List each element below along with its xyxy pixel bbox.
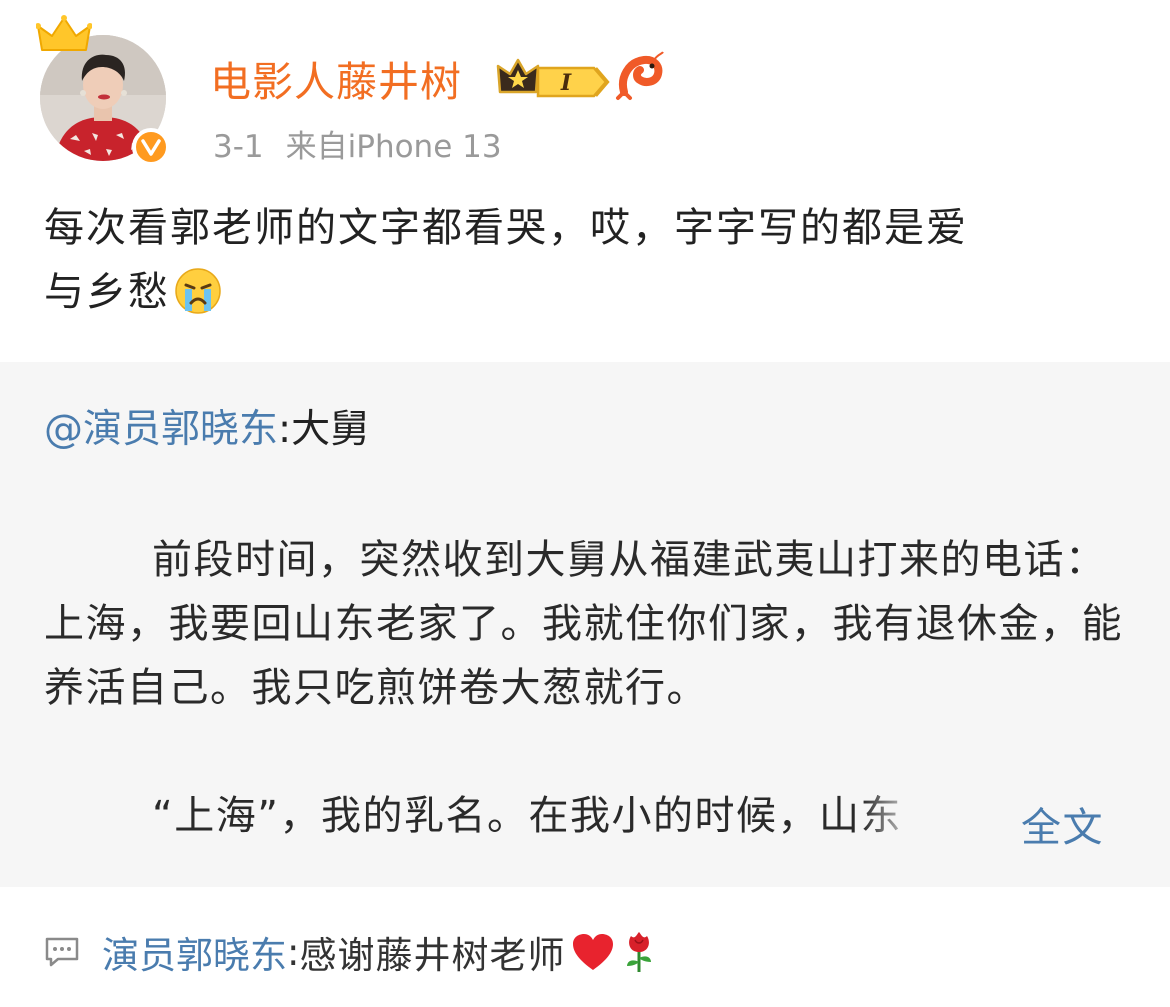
username[interactable]: 电影人藤井树	[210, 48, 462, 108]
comment-separator: :	[287, 930, 300, 974]
rose-icon	[627, 932, 652, 972]
expand-full-text-link[interactable]: 全文	[1021, 796, 1104, 860]
comment-icon	[45, 937, 79, 967]
verified-badge	[132, 128, 170, 166]
red-heart-icon	[573, 934, 614, 970]
post-date: 3-1	[213, 129, 264, 165]
verified-v-icon	[141, 139, 161, 156]
repost-separator: :	[278, 407, 292, 452]
repost-header: @演员郭晓东:大舅	[44, 398, 369, 454]
crown-icon	[36, 15, 92, 51]
repost-paragraph-1: 前段时间，突然收到大舅从福建武夷山打来的电话：上海，我要回山东老家了。我就住你们…	[44, 528, 1124, 720]
post-text-line-2: 与乡愁	[44, 260, 1129, 324]
repost-author-link[interactable]: @演员郭晓东	[44, 407, 278, 452]
avatar-container[interactable]	[36, 15, 175, 166]
shrimp-icon	[616, 51, 664, 100]
post-header: 电影人藤井树 I 3-1 来自iPhone 13	[0, 0, 1170, 185]
crying-face-icon	[175, 268, 221, 314]
vip-level-text: I	[560, 70, 572, 96]
post-text-line-1: 每次看郭老师的文字都看哭，哎，字字写的都是爱	[44, 205, 968, 251]
vip-level-badge[interactable]: I	[496, 52, 616, 104]
comment-text: 感谢藤井树老师	[299, 934, 566, 977]
repost-paragraph-2-text: “上海”，我的乳名。在我小的时候，山东	[152, 793, 902, 839]
post-meta: 3-1 来自iPhone 13	[213, 121, 502, 166]
post-text-line-2-text: 与乡愁	[44, 269, 170, 315]
repost-card[interactable]: @演员郭晓东:大舅 前段时间，突然收到大舅从福建武夷山打来的电话：上海，我要回山…	[0, 362, 1170, 887]
post-text: 每次看郭老师的文字都看哭，哎，字字写的都是爱 与乡愁	[44, 196, 1129, 324]
post-source: 来自iPhone 13	[285, 129, 502, 165]
comment-row[interactable]: 演员郭晓东: 感谢藤井树老师	[44, 922, 657, 982]
comment-author-link[interactable]: 演员郭晓东	[102, 925, 287, 979]
repost-paragraph-2: “上海”，我的乳名。在我小的时候，山东	[44, 784, 1124, 848]
repost-body: 前段时间，突然收到大舅从福建武夷山打来的电话：上海，我要回山东老家了。我就住你们…	[44, 528, 1124, 848]
repost-title: 大舅	[291, 407, 370, 452]
repost-paragraph-1-text: 前段时间，突然收到大舅从福建武夷山打来的电话：上海，我要回山东老家了。我就住你们…	[44, 537, 1123, 711]
